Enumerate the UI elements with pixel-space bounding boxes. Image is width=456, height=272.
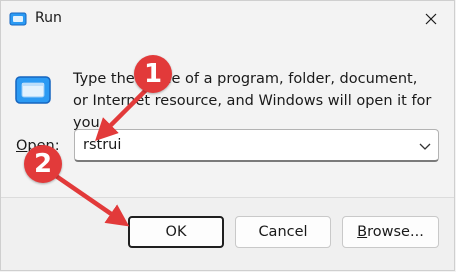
run-program-icon (15, 76, 51, 104)
run-icon (9, 12, 27, 26)
open-combobox[interactable] (74, 129, 439, 162)
open-label-mnemonic: O (16, 138, 28, 154)
step-1-badge: 1 (134, 55, 172, 93)
browse-button[interactable]: Browse... (342, 216, 439, 248)
browse-label: rowse... (367, 224, 424, 240)
window-title: Run (35, 10, 62, 26)
run-dialog: Run Type the name of a program, folder, … (0, 0, 455, 271)
ok-button[interactable]: OK (128, 216, 224, 248)
open-input[interactable] (75, 130, 413, 160)
browse-mnemonic: B (357, 224, 368, 240)
chevron-down-icon[interactable] (418, 139, 432, 153)
close-icon (425, 13, 437, 25)
cancel-button[interactable]: Cancel (235, 216, 331, 248)
dialog-description: Type the name of a program, folder, docu… (73, 71, 432, 131)
title-bar: Run (1, 1, 454, 39)
close-button[interactable] (408, 1, 454, 37)
step-2-badge: 2 (24, 145, 62, 183)
